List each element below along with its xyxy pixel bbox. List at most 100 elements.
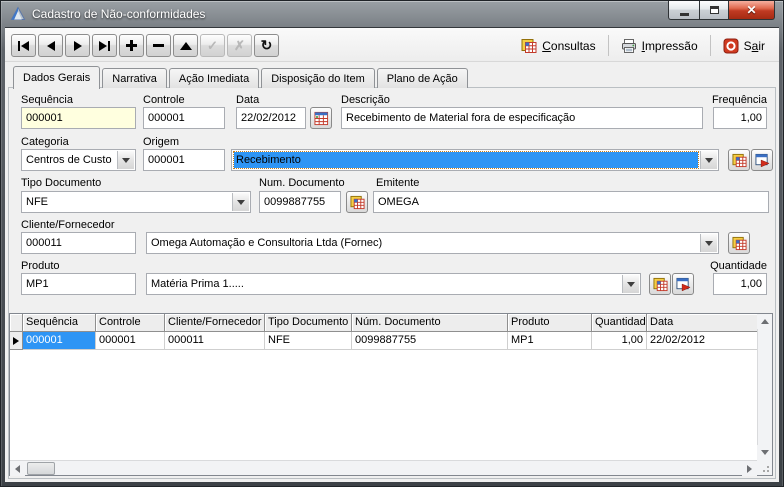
chevron-down-icon	[705, 241, 713, 246]
arrow-down-icon	[761, 450, 769, 455]
toolbar: ✓ ✗ ↻ Consultas	[5, 28, 779, 62]
origem-descricao-combobox[interactable]: Recebimento	[231, 149, 719, 171]
controle-label: Controle	[143, 94, 185, 106]
origem-consulta-button[interactable]	[728, 149, 750, 171]
title-bar[interactable]: Cadastro de Não-conformidades ✕	[1, 1, 783, 27]
arrow-right-icon	[747, 465, 752, 473]
nav-refresh-button[interactable]: ↻	[254, 34, 279, 57]
produto-cadastro-button[interactable]	[672, 273, 694, 295]
grid-col-controle: Controle	[96, 314, 165, 332]
cliente-fornecedor-combobox[interactable]: Omega Automação e Consultoria Ltda (Forn…	[146, 232, 719, 254]
toolbar-separator	[608, 35, 609, 56]
grid-cell-produto[interactable]: MP1	[508, 332, 592, 350]
tab-plano-de-acao[interactable]: Plano de Ação	[377, 68, 468, 88]
close-icon: ✕	[746, 4, 756, 16]
edit-record-icon	[180, 42, 192, 50]
nav-insert-button[interactable]	[119, 34, 144, 57]
tipo-documento-combobox[interactable]: NFE	[21, 191, 251, 213]
data-lookup-button[interactable]	[310, 107, 332, 129]
origem-label: Origem	[143, 136, 179, 148]
cliente-fornecedor-consulta-button[interactable]	[728, 232, 750, 254]
records-grid: Sequência Controle Cliente/Fornecedor Ti…	[9, 313, 773, 476]
nav-delete-button[interactable]	[146, 34, 171, 57]
produto-dropdown-arrow[interactable]	[622, 275, 639, 293]
nav-last-button[interactable]	[92, 34, 117, 57]
grid-cell-tipo-documento[interactable]: NFE	[265, 332, 352, 350]
scroll-left-button[interactable]	[10, 461, 25, 476]
grid-cell-sequencia[interactable]: 000001	[23, 332, 96, 350]
origem-cadastro-button[interactable]	[751, 149, 773, 171]
nav-first-button[interactable]	[11, 34, 36, 57]
grid-cell-quantidade[interactable]: 1,00	[592, 332, 647, 350]
tipo-documento-dropdown-arrow[interactable]	[232, 193, 249, 211]
horizontal-scroll-thumb[interactable]	[27, 462, 55, 475]
num-documento-field[interactable]: 0099887755	[259, 191, 341, 213]
produto-label: Produto	[21, 260, 60, 272]
window-title: Cadastro de Não-conformidades	[32, 7, 205, 21]
insert-record-icon	[126, 40, 137, 51]
emitente-field[interactable]: OMEGA	[373, 191, 769, 213]
num-documento-consulta-button[interactable]	[346, 191, 368, 213]
produto-code-field[interactable]: MP1	[21, 273, 136, 295]
frequencia-label: Frequência	[712, 94, 767, 106]
impressao-button[interactable]: Impressão	[611, 34, 708, 57]
grid-cell-controle[interactable]: 000001	[96, 332, 165, 350]
scroll-right-button[interactable]	[742, 461, 757, 476]
descricao-field[interactable]: Recebimento de Material fora de especifi…	[341, 107, 703, 129]
last-record-icon	[99, 41, 107, 51]
chevron-down-icon	[705, 158, 713, 163]
produto-consulta-button[interactable]	[649, 273, 671, 295]
cancel-record-icon: ✗	[234, 39, 245, 52]
nav-next-button[interactable]	[65, 34, 90, 57]
cliente-fornecedor-dropdown-arrow[interactable]	[700, 234, 717, 252]
close-button[interactable]: ✕	[729, 1, 775, 20]
grid-cell-num-documento[interactable]: 0099887755	[352, 332, 508, 350]
resize-grip[interactable]	[757, 460, 772, 475]
grid-vertical-scrollbar[interactable]	[757, 314, 772, 460]
origem-dropdown-arrow[interactable]	[700, 151, 717, 169]
tab-narrativa[interactable]: Narrativa	[102, 68, 167, 88]
cliente-fornecedor-code-field[interactable]: 000011	[21, 232, 136, 254]
grid-indicator-header	[10, 314, 23, 332]
toolbar-separator	[710, 35, 711, 56]
table-grid-icon	[521, 38, 537, 54]
data-field[interactable]: 22/02/2012	[236, 107, 306, 129]
grid-horizontal-scrollbar[interactable]	[10, 460, 757, 475]
scroll-down-button[interactable]	[757, 445, 772, 460]
minimize-button[interactable]	[668, 1, 699, 20]
tab-acao-imediata[interactable]: Ação Imediata	[169, 68, 259, 88]
maximize-icon	[710, 6, 719, 14]
categoria-combobox[interactable]: Centros de Custo	[21, 149, 136, 171]
grid-col-tipo-documento: Tipo Documento	[265, 314, 352, 332]
toolbar-right-group: Consultas Impressão	[511, 34, 775, 57]
db-navigator: ✓ ✗ ↻	[11, 34, 279, 57]
sair-label: Sair	[744, 39, 765, 53]
categoria-dropdown-arrow[interactable]	[117, 151, 134, 169]
produto-combobox[interactable]: Matéria Prima 1.....	[146, 273, 641, 295]
current-row-arrow-icon	[13, 337, 19, 345]
controle-field[interactable]: 000001	[143, 107, 225, 129]
grid-cell-data[interactable]: 22/02/2012	[647, 332, 757, 350]
tab-dados-gerais[interactable]: Dados Gerais	[13, 66, 100, 89]
tab-disposicao-do-item[interactable]: Disposição do Item	[261, 68, 375, 88]
calendar-grid-icon	[314, 111, 329, 126]
refresh-icon: ↻	[261, 38, 273, 52]
maximize-button[interactable]	[699, 1, 729, 20]
grid-col-cliente-fornecedor: Cliente/Fornecedor	[165, 314, 265, 332]
grid-cell-cliente-fornecedor[interactable]: 000011	[165, 332, 265, 350]
sair-button[interactable]: Sair	[713, 34, 775, 57]
emitente-label: Emitente	[376, 177, 419, 189]
scroll-up-button[interactable]	[757, 314, 772, 329]
caption-buttons: ✕	[668, 1, 775, 20]
nav-edit-button[interactable]	[173, 34, 198, 57]
grid-col-num-documento: Núm. Documento	[352, 314, 508, 332]
consultas-button[interactable]: Consultas	[511, 34, 605, 57]
frequencia-field[interactable]: 1,00	[713, 107, 767, 129]
impressao-label: Impressão	[642, 39, 698, 53]
quantidade-field[interactable]: 1,00	[713, 273, 767, 295]
origem-code-field[interactable]: 000001	[143, 149, 225, 171]
window-run-icon	[755, 153, 770, 168]
grid-data-row: 000001 000001 000011 NFE 0099887755 MP1 …	[10, 332, 757, 350]
sequencia-field[interactable]: 000001	[21, 107, 136, 129]
nav-prior-button[interactable]	[38, 34, 63, 57]
